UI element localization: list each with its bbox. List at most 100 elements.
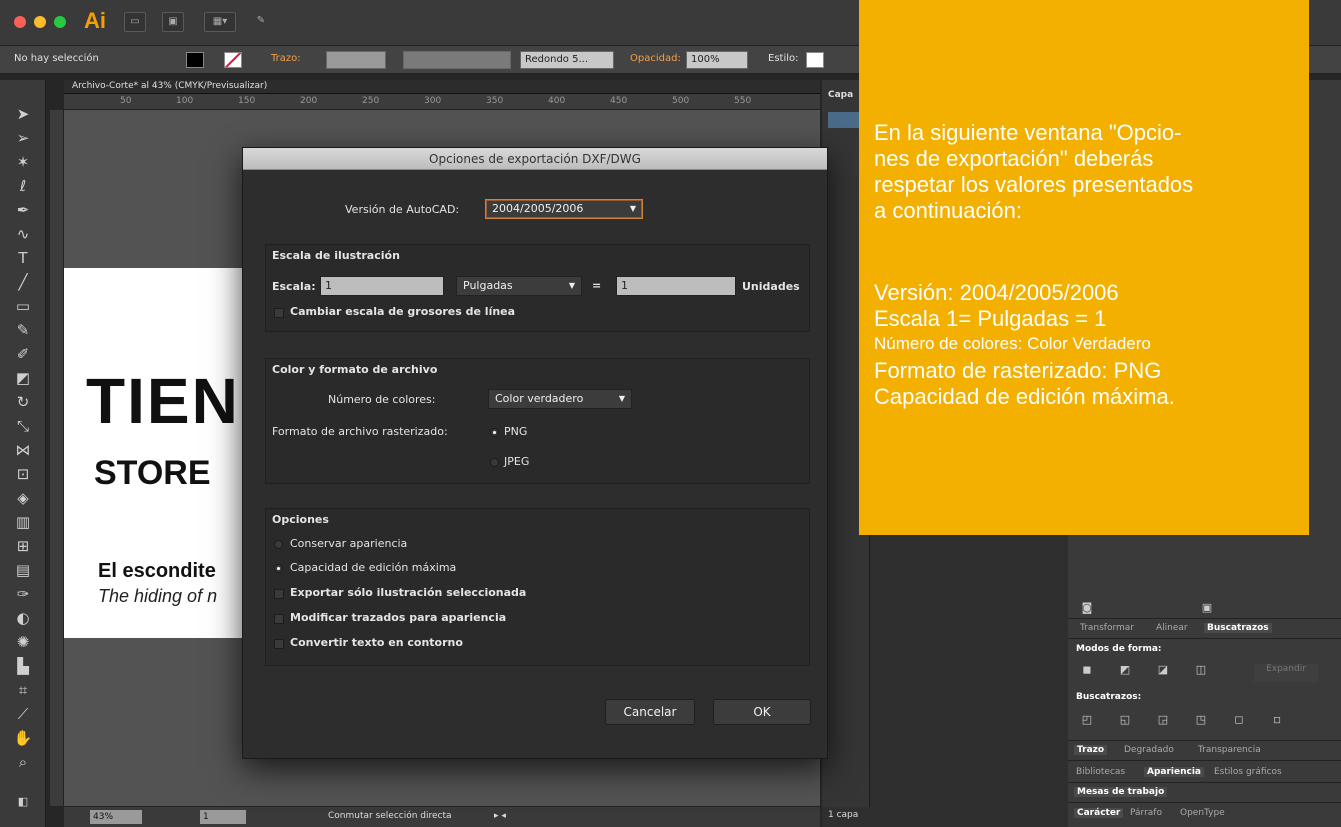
- jpeg-label[interactable]: JPEG: [504, 455, 529, 468]
- opacity-field[interactable]: 100%: [686, 51, 748, 69]
- variable-width-profile[interactable]: [403, 51, 511, 69]
- tab-buscatrazos[interactable]: Buscatrazos: [1204, 623, 1272, 633]
- column-graph-tool-icon[interactable]: ▙: [13, 656, 33, 676]
- png-radio[interactable]: [490, 428, 499, 437]
- max-editability-radio[interactable]: [274, 564, 283, 573]
- perspective-grid-tool-icon[interactable]: ▥: [13, 512, 33, 532]
- eyedropper-tool-icon[interactable]: ✑: [13, 584, 33, 604]
- status-hint[interactable]: Conmutar selección directa: [328, 811, 452, 821]
- artboard-number-field[interactable]: 1: [200, 810, 246, 824]
- type-tool-icon[interactable]: T: [13, 248, 33, 268]
- line-tool-icon[interactable]: ╱: [13, 272, 33, 292]
- artboard-tool-icon[interactable]: ⌗: [13, 680, 33, 700]
- divide-icon[interactable]: ◰: [1080, 714, 1094, 726]
- rectangle-tool-icon[interactable]: ▭: [13, 296, 33, 316]
- jpeg-radio[interactable]: [490, 458, 499, 467]
- gpu-performance-icon[interactable]: ✎: [250, 12, 272, 32]
- fill-stroke-icon[interactable]: ◧: [13, 792, 33, 812]
- zoom-level-field[interactable]: 43%: [90, 810, 142, 824]
- unite-icon[interactable]: ◼: [1080, 664, 1094, 676]
- tab-trazo[interactable]: Trazo: [1074, 745, 1108, 755]
- stroke-label[interactable]: Trazo:: [271, 53, 301, 64]
- shape-builder-tool-icon[interactable]: ◈: [13, 488, 33, 508]
- scale-lineweights-checkbox[interactable]: [274, 308, 284, 318]
- document-tab[interactable]: Archivo-Corte* al 43% (CMYK/Previsualiza…: [72, 81, 267, 91]
- ok-button[interactable]: OK: [713, 699, 811, 725]
- preserve-appearance-radio[interactable]: [274, 540, 283, 549]
- selection-tool-icon[interactable]: ➤: [13, 104, 33, 124]
- merge-icon[interactable]: ◲: [1156, 714, 1170, 726]
- gradient-tool-icon[interactable]: ▤: [13, 560, 33, 580]
- tab-bibliotecas[interactable]: Bibliotecas: [1076, 767, 1125, 777]
- brush-definition-select[interactable]: Redondo 5...: [520, 51, 614, 69]
- mesh-tool-icon[interactable]: ⊞: [13, 536, 33, 556]
- colors-count-select[interactable]: Color verdadero ▼: [488, 389, 632, 409]
- opacity-label[interactable]: Opacidad:: [630, 53, 681, 64]
- preserve-appearance-label[interactable]: Conservar apariencia: [290, 537, 407, 550]
- scale-input[interactable]: 1: [320, 276, 444, 296]
- minimize-window-button[interactable]: [34, 16, 46, 28]
- trim-icon[interactable]: ◱: [1118, 714, 1132, 726]
- arrange-documents-icon[interactable]: ▦▾: [204, 12, 236, 32]
- tab-parrafo[interactable]: Párrafo: [1130, 808, 1162, 818]
- pen-tool-icon[interactable]: ✒: [13, 200, 33, 220]
- scale-group-title: Escala de ilustración: [272, 249, 400, 262]
- slice-tool-icon[interactable]: ⟋: [13, 704, 33, 724]
- width-tool-icon[interactable]: ⋈: [13, 440, 33, 460]
- cancel-button[interactable]: Cancelar: [605, 699, 695, 725]
- scale-tool-icon[interactable]: ⤡: [13, 416, 33, 436]
- export-selected-label[interactable]: Exportar sólo ilustración seleccionada: [290, 586, 526, 599]
- curvature-tool-icon[interactable]: ∿: [13, 224, 33, 244]
- tab-caracter[interactable]: Carácter: [1074, 808, 1124, 818]
- blend-tool-icon[interactable]: ◐: [13, 608, 33, 628]
- status-arrows[interactable]: ▸ ◂: [494, 811, 506, 821]
- shaper-tool-icon[interactable]: ✐: [13, 344, 33, 364]
- outline-text-label[interactable]: Convertir texto en contorno: [290, 636, 463, 649]
- graphic-style-swatch[interactable]: [806, 52, 824, 68]
- tab-estilos-graficos[interactable]: Estilos gráficos: [1214, 767, 1282, 777]
- units-count-input[interactable]: 1: [616, 276, 736, 296]
- magic-wand-tool-icon[interactable]: ✶: [13, 152, 33, 172]
- tab-opentype[interactable]: OpenType: [1180, 808, 1225, 818]
- zoom-window-button[interactable]: [54, 16, 66, 28]
- crop-icon[interactable]: ◳: [1194, 714, 1208, 726]
- intersect-icon[interactable]: ◪: [1156, 664, 1170, 676]
- close-window-button[interactable]: [14, 16, 26, 28]
- free-transform-tool-icon[interactable]: ⊡: [13, 464, 33, 484]
- direct-selection-tool-icon[interactable]: ➢: [13, 128, 33, 148]
- pathfinder-unite-icon[interactable]: ◙: [1080, 602, 1094, 614]
- hand-tool-icon[interactable]: ✋: [13, 728, 33, 748]
- tab-alinear[interactable]: Alinear: [1156, 623, 1188, 633]
- autocad-version-select[interactable]: 2004/2005/2006 ▼: [485, 199, 643, 219]
- outline-icon[interactable]: ◻: [1232, 714, 1246, 726]
- tab-apariencia[interactable]: Apariencia: [1144, 767, 1205, 777]
- export-selected-checkbox[interactable]: [274, 589, 284, 599]
- tab-mesas-de-trabajo[interactable]: Mesas de trabajo: [1074, 787, 1168, 797]
- tab-degradado[interactable]: Degradado: [1124, 745, 1174, 755]
- new-swatch-icon[interactable]: ▣: [1200, 602, 1214, 614]
- tab-transparencia[interactable]: Transparencia: [1198, 745, 1261, 755]
- scale-lineweights-label[interactable]: Cambiar escala de grosores de línea: [290, 305, 515, 318]
- tab-transformar[interactable]: Transformar: [1080, 623, 1134, 633]
- lasso-tool-icon[interactable]: ℓ: [13, 176, 33, 196]
- rotate-tool-icon[interactable]: ↻: [13, 392, 33, 412]
- units-select[interactable]: Pulgadas ▼: [456, 276, 582, 296]
- stroke-swatch[interactable]: [224, 52, 242, 68]
- stock-icon[interactable]: ▣: [162, 12, 184, 32]
- minus-front-icon[interactable]: ◩: [1118, 664, 1132, 676]
- max-editability-label[interactable]: Capacidad de edición máxima: [290, 561, 456, 574]
- bridge-icon[interactable]: ▭: [124, 12, 146, 32]
- symbol-sprayer-tool-icon[interactable]: ✺: [13, 632, 33, 652]
- eraser-tool-icon[interactable]: ◩: [13, 368, 33, 388]
- fill-swatch[interactable]: [186, 52, 204, 68]
- minus-back-icon[interactable]: ◽: [1270, 714, 1284, 726]
- paintbrush-tool-icon[interactable]: ✎: [13, 320, 33, 340]
- outline-text-checkbox[interactable]: [274, 639, 284, 649]
- exclude-icon[interactable]: ◫: [1194, 664, 1208, 676]
- alter-paths-label[interactable]: Modificar trazados para apariencia: [290, 611, 506, 624]
- alter-paths-checkbox[interactable]: [274, 614, 284, 624]
- stroke-weight-field[interactable]: [326, 51, 386, 69]
- zoom-tool-icon[interactable]: ⌕: [13, 752, 33, 772]
- png-label[interactable]: PNG: [504, 425, 527, 438]
- expand-button[interactable]: Expandir: [1254, 664, 1318, 682]
